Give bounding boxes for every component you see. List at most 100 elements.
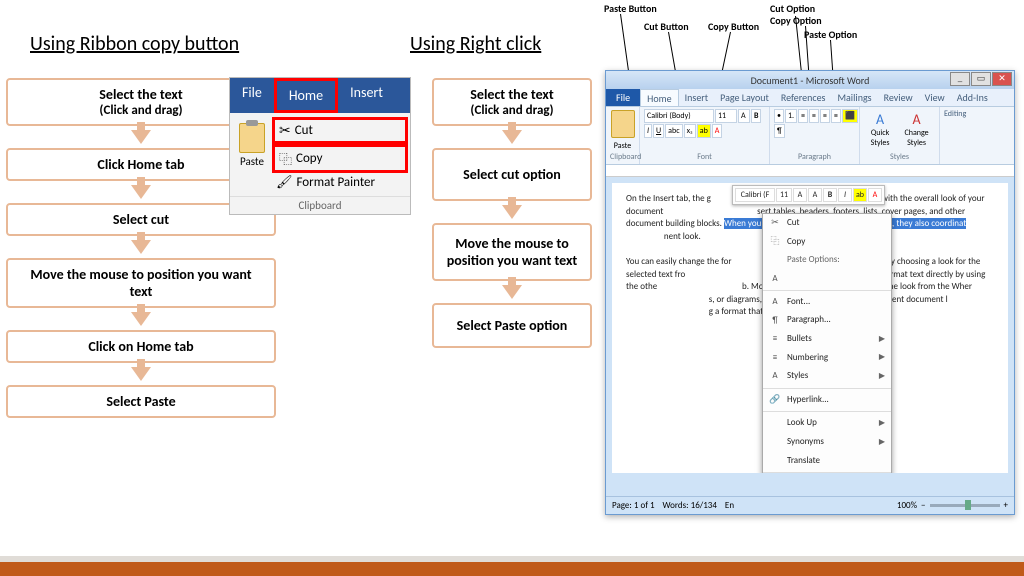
change-styles-button[interactable]: AChange Styles [898, 111, 935, 148]
window-title: Document1 - Microsoft Word [751, 74, 870, 87]
context-menu-item[interactable]: A [763, 270, 891, 288]
bullets-button[interactable]: • [774, 109, 784, 123]
callout-cut-button: Cut Button [644, 20, 689, 33]
subscript-button[interactable]: x₂ [684, 124, 696, 138]
doc-text: nent look. [664, 231, 701, 242]
context-menu-item[interactable]: AFont... [763, 293, 891, 312]
ctx-icon: ≡ [769, 333, 781, 345]
tab-review[interactable]: Review [878, 89, 919, 106]
arrow-down-icon [131, 312, 151, 326]
ctx-label: Look Up [787, 417, 817, 430]
doc-text: You can easily change the for [626, 256, 732, 267]
underline-button[interactable]: U [653, 124, 664, 138]
font-name-select[interactable]: Calibri (Body) [644, 109, 714, 123]
highlight-button[interactable]: ab [697, 124, 711, 138]
quick-styles-button[interactable]: AQuick Styles [864, 111, 896, 148]
zoom-in-button[interactable]: + [1004, 500, 1008, 511]
maximize-button[interactable]: ▭ [971, 72, 991, 86]
cut-button[interactable]: ✂Cut [272, 117, 408, 144]
editing-button[interactable]: Editing [944, 109, 976, 119]
slide-footer-bar [0, 556, 1024, 576]
ctx-label: Hyperlink... [787, 394, 829, 407]
mini-toolbar: Calibri (F 11 A A B I ab A [732, 185, 885, 205]
context-menu-item[interactable]: 🔗Hyperlink... [763, 391, 891, 410]
paste-label: Paste [610, 141, 635, 151]
tab-insert[interactable]: Insert [679, 89, 715, 106]
paste-button[interactable] [611, 110, 635, 138]
tab-references[interactable]: References [775, 89, 832, 106]
mini-font-color[interactable]: A [868, 188, 882, 202]
context-menu-item[interactable]: ≡Numbering▶ [763, 349, 891, 368]
tab-file[interactable]: File [230, 78, 274, 113]
format-painter-label: Format Painter [297, 175, 376, 190]
group-font: Font [644, 152, 765, 162]
font-size-select[interactable]: 11 [715, 109, 737, 123]
chevron-right-icon: ▶ [879, 418, 885, 429]
status-words: Words: 16/134 [663, 500, 717, 511]
tab-page-layout[interactable]: Page Layout [714, 89, 775, 106]
mini-highlight[interactable]: ab [853, 188, 867, 202]
paste-button[interactable]: Paste [232, 117, 272, 192]
heading-ribbon-method: Using Ribbon copy button [30, 32, 239, 56]
status-page: Page: 1 of 1 [612, 500, 655, 511]
context-menu-item[interactable]: AStyles▶ [763, 367, 891, 386]
strike-button[interactable]: abc [665, 124, 682, 138]
copy-icon: ⿻ [279, 149, 292, 168]
context-menu: ✂Cut⿻Copy Paste Options: A AFont...¶Paragra… [762, 213, 892, 473]
show-marks-button[interactable]: ¶ [774, 124, 785, 138]
ctx-label: Translate [787, 455, 820, 468]
zoom-out-button[interactable]: − [921, 500, 925, 511]
grow-font-button[interactable]: A [738, 109, 750, 123]
tab-home[interactable]: Home [274, 78, 338, 113]
bold-button[interactable]: B [751, 109, 761, 123]
zoom-slider[interactable] [930, 504, 1000, 507]
copy-button[interactable]: ⿻ Copy [272, 144, 408, 173]
tab-mailings[interactable]: Mailings [831, 89, 877, 106]
context-menu-item[interactable]: Synonyms▶ [763, 433, 891, 452]
mini-italic[interactable]: I [838, 188, 852, 202]
minimize-button[interactable]: _ [950, 72, 970, 86]
mini-font-size[interactable]: 11 [776, 188, 792, 202]
numbering-button[interactable]: 1. [785, 109, 797, 123]
tab-addins[interactable]: Add-Ins [951, 89, 994, 106]
mini-bold[interactable]: B [823, 188, 837, 202]
step-box: Move the mouse to position you want text [6, 258, 276, 308]
document-area[interactable]: On the Insert tab, the g _______________… [612, 183, 1008, 473]
copy-label: Copy [296, 151, 322, 166]
mini-shrink-font[interactable]: A [808, 188, 822, 202]
format-painter-button[interactable]: 🖌Format Painter [272, 173, 408, 192]
ctx-label: Font... [787, 296, 810, 309]
indent-dec-button[interactable]: ≡ [798, 109, 808, 123]
mini-font-name[interactable]: Calibri (F [735, 188, 775, 202]
step-box: Move the mouse to position you want text [432, 223, 592, 281]
font-color-button[interactable]: A [712, 124, 723, 138]
tab-view[interactable]: View [919, 89, 951, 106]
ctx-icon [769, 455, 781, 467]
context-menu-item[interactable]: Look Up ▶ [763, 414, 891, 433]
zoom-value: 100% [897, 500, 917, 511]
group-clipboard: Clipboard [610, 152, 635, 162]
tab-file[interactable]: File [606, 89, 640, 106]
tab-insert[interactable]: Insert [338, 78, 395, 113]
ctx-icon: ≡ [769, 352, 781, 364]
context-menu-item[interactable]: ✂Cut [763, 214, 891, 233]
align-left-button[interactable]: ≡ [820, 109, 830, 123]
tab-home[interactable]: Home [640, 89, 678, 106]
context-menu-item[interactable]: ⿻Copy [763, 233, 891, 252]
indent-inc-button[interactable]: ≡ [809, 109, 819, 123]
mini-grow-font[interactable]: A [793, 188, 807, 202]
context-menu-item[interactable]: ≡Bullets▶ [763, 330, 891, 349]
ctx-label: Bullets [787, 333, 812, 346]
ctx-label: Paste Options: [787, 254, 840, 267]
ctx-icon: ⿻ [769, 236, 781, 248]
italic-button[interactable]: I [644, 124, 652, 138]
shading-button[interactable]: ⬛ [842, 109, 858, 123]
align-center-button[interactable]: ≡ [831, 109, 841, 123]
context-menu-item[interactable]: ¶Paragraph... [763, 311, 891, 330]
close-button[interactable]: ✕ [992, 72, 1012, 86]
context-menu-item[interactable]: Translate [763, 452, 891, 471]
step-box: Select Paste [6, 385, 276, 418]
context-menu-item: Paste Options: [763, 251, 891, 270]
arrow-down-icon [131, 185, 151, 199]
cut-label: Cut [295, 123, 313, 138]
